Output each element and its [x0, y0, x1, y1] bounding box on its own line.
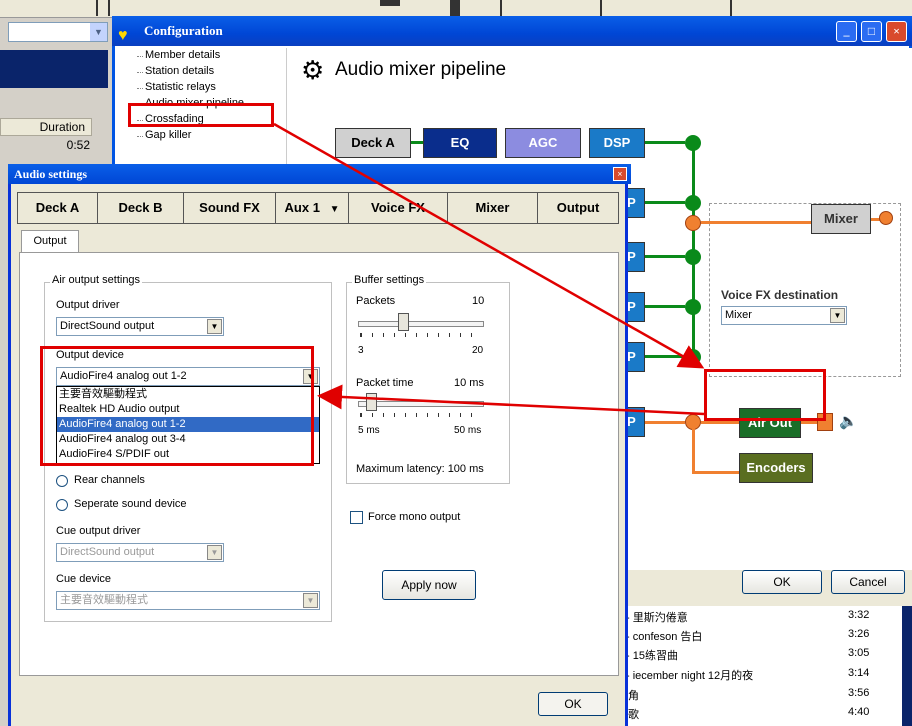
song-title[interactable]: 歌 [628, 706, 639, 722]
force-mono-label: Force mono output [368, 511, 461, 523]
song-title[interactable]: - iecember night 12月的夜 [626, 667, 753, 683]
force-mono-checkbox[interactable] [350, 511, 363, 524]
packet-time-value: 10 ms [454, 377, 484, 389]
packet-time-min: 5 ms [358, 425, 380, 436]
chevron-down-icon: ▼ [90, 23, 107, 41]
page-title-text: Audio mixer pipeline [335, 59, 507, 80]
audio-settings-footer: OK [11, 680, 625, 726]
air-output-group-label: Air output settings [50, 274, 143, 286]
background-panel [0, 50, 108, 88]
packets-label: Packets [356, 295, 396, 307]
tab-deck-b[interactable]: Deck B [98, 193, 184, 223]
song-time: 3:14 [848, 667, 870, 679]
tab-sound-fx[interactable]: Sound FX [184, 193, 276, 223]
cue-driver-value: DirectSound output [60, 546, 155, 558]
voice-fx-destination-select[interactable]: Mixer ▼ [721, 306, 847, 325]
duration-value: 0:52 [66, 138, 90, 152]
maximize-button[interactable]: □ [861, 21, 882, 42]
close-button[interactable]: × [613, 167, 627, 181]
ok-button[interactable]: OK [538, 692, 608, 716]
encoders-block[interactable]: Encoders [739, 453, 813, 483]
song-title[interactable]: - 里斯汋倦意 [626, 609, 688, 625]
packets-slider-track[interactable] [358, 321, 484, 327]
mixer-block[interactable]: Mixer [811, 204, 871, 234]
output-driver-select[interactable]: DirectSound output ▼ [56, 317, 224, 336]
song-title[interactable]: 角 [628, 687, 639, 703]
packet-time-label: Packet time [356, 377, 414, 389]
minimize-button[interactable]: _ [836, 21, 857, 42]
tab-mixer[interactable]: Mixer [448, 193, 538, 223]
cue-driver-select[interactable]: DirectSound output ▼ [56, 543, 224, 562]
separate-device-label: Seperate sound device [74, 498, 187, 510]
voice-fx-destination-value: Mixer [725, 309, 752, 321]
background-scrollbar[interactable] [902, 600, 912, 726]
packets-slider-thumb[interactable] [398, 313, 409, 331]
annotation-box [40, 346, 314, 466]
cue-device-label: Cue device [56, 573, 112, 585]
packets-max: 20 [472, 345, 484, 356]
agc-block[interactable]: AGC [505, 128, 581, 158]
tab-deck-a[interactable]: Deck A [18, 193, 98, 223]
song-list: - 里斯汋倦意 3:32 - confeson 告白 3:26 - 15练習曲 … [620, 603, 902, 726]
output-driver-label: Output driver [56, 299, 120, 311]
chevron-down-icon: ▼ [207, 545, 222, 560]
tree-item-member-details[interactable]: Member details [145, 49, 220, 61]
audio-tabs: Deck A Deck B Sound FX Aux 1 ▼ Voice FX … [17, 192, 619, 224]
close-button[interactable]: × [886, 21, 907, 42]
song-title[interactable]: - 15练習曲 [626, 647, 678, 663]
song-title[interactable]: - confeson 告白 [626, 628, 702, 644]
tab-output[interactable]: Output [538, 193, 618, 223]
voice-fx-destination-label: Voice FX destination [721, 288, 839, 302]
eq-block[interactable]: EQ [423, 128, 497, 158]
tab-voice-fx[interactable]: Voice FX [348, 193, 448, 223]
packets-value: 10 [472, 295, 485, 307]
annotation-box [704, 369, 826, 421]
apply-now-button[interactable]: Apply now [382, 570, 476, 600]
max-latency-label: Maximum latency: 100 ms [356, 463, 484, 475]
chevron-down-icon: ▼ [830, 308, 845, 323]
audio-settings-title: Audio settings [14, 167, 88, 181]
subtab-output[interactable]: Output [21, 230, 79, 252]
song-time: 3:05 [848, 647, 870, 659]
annotation-box [128, 103, 274, 127]
slider-ticks [360, 413, 482, 417]
tree-item-gap-killer[interactable]: Gap killer [145, 129, 191, 141]
buffer-settings-label: Buffer settings [352, 274, 427, 286]
configuration-title: Configuration [144, 23, 223, 38]
tab-aux-1[interactable]: Aux 1 ▼ [276, 193, 348, 223]
page-title: ⚙ Audio mixer pipeline [295, 50, 895, 90]
song-time: 3:32 [848, 609, 870, 621]
tree-item-station-details[interactable]: Station details [145, 65, 214, 77]
rear-channels-label: Rear channels [74, 474, 145, 486]
chevron-down-icon[interactable]: ▼ [330, 204, 340, 215]
radio-rear-channels[interactable] [56, 475, 68, 487]
cue-driver-label: Cue output driver [56, 525, 141, 537]
cue-device-select[interactable]: 主要音效驅動程式 ▼ [56, 591, 320, 610]
background-combo[interactable]: ▼ [8, 22, 108, 42]
cancel-button[interactable]: Cancel [831, 570, 905, 594]
packet-time-max: 50 ms [454, 425, 482, 436]
speaker-icon: 🔈 [839, 413, 858, 430]
song-time: 3:56 [848, 687, 870, 699]
packet-time-slider-thumb[interactable] [366, 393, 377, 411]
slider-ticks [360, 333, 482, 337]
configuration-titlebar[interactable]: ♥ Configuration _ □ × [112, 16, 912, 46]
tree-item-statistic-relays[interactable]: Statistic relays [145, 81, 216, 93]
duration-header[interactable]: Duration [0, 118, 92, 136]
song-time: 4:40 [848, 706, 870, 718]
cue-device-value: 主要音效驅動程式 [60, 594, 148, 606]
chevron-down-icon: ▼ [207, 319, 222, 334]
audio-settings-titlebar[interactable]: Audio settings × [8, 164, 631, 184]
song-time: 3:26 [848, 628, 870, 640]
output-driver-value: DirectSound output [60, 320, 155, 332]
packets-min: 3 [358, 345, 364, 356]
gear-icon: ⚙ [301, 55, 325, 85]
app-logo-icon: ♥ [118, 27, 128, 44]
deck-a-block[interactable]: Deck A [335, 128, 411, 158]
dsp-block[interactable]: DSP [589, 128, 645, 158]
ok-button[interactable]: OK [742, 570, 822, 594]
chevron-down-icon: ▼ [303, 593, 318, 608]
radio-separate-device[interactable] [56, 499, 68, 511]
